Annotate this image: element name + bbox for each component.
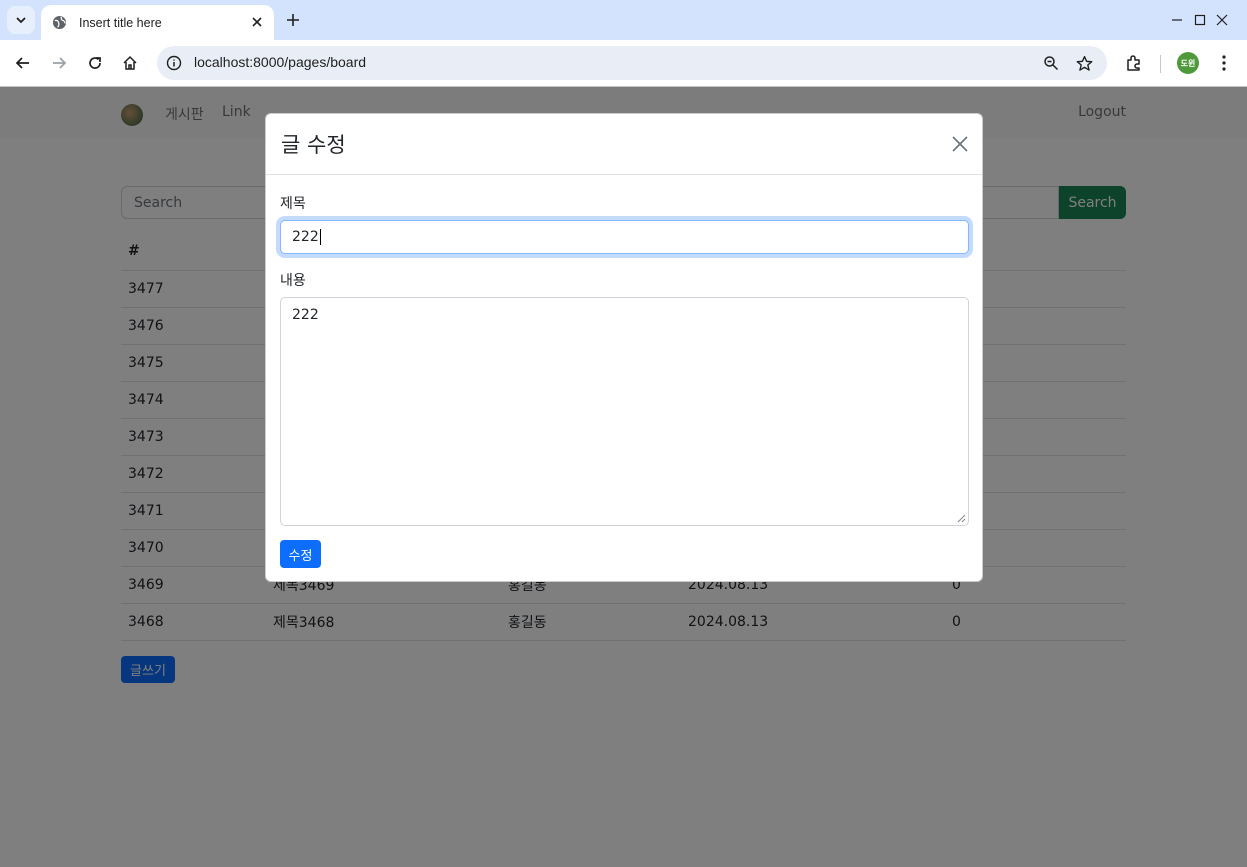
browser-tab[interactable]: Insert title here (41, 5, 274, 40)
title-input[interactable]: 222 (280, 220, 969, 254)
content-textarea[interactable]: 222 (280, 297, 969, 526)
zoom-icon[interactable] (1041, 53, 1061, 73)
forward-arrow-icon[interactable] (46, 50, 72, 76)
content-textarea-value: 222 (292, 307, 319, 323)
toolbar-divider (1160, 55, 1161, 73)
close-window-icon[interactable] (1199, 0, 1245, 40)
edit-post-modal: 글 수정 제목 222 내용 222 수정 (265, 113, 983, 582)
close-icon[interactable] (950, 134, 970, 154)
content-label: 내용 (280, 273, 306, 289)
globe-icon (51, 15, 67, 31)
close-tab-icon[interactable] (249, 14, 265, 30)
title-label: 제목 (280, 196, 306, 212)
bookmark-star-icon[interactable] (1074, 53, 1094, 73)
browser-toolbar: localhost:8000/pages/board 도윈 (0, 40, 1247, 87)
browser-tab-bar: Insert title here (0, 0, 1247, 40)
home-icon[interactable] (117, 50, 143, 76)
profile-avatar[interactable]: 도윈 (1177, 52, 1199, 74)
text-caret (319, 229, 321, 245)
resize-handle-icon[interactable] (957, 514, 966, 523)
tab-title: Insert title here (79, 15, 162, 30)
title-input-value: 222 (292, 229, 319, 245)
site-info-icon[interactable] (165, 54, 183, 72)
back-arrow-icon[interactable] (10, 50, 36, 76)
page-content: 게시판 Link Logout Search Search # 수 3477 3… (0, 87, 1247, 867)
modal-title: 글 수정 (281, 133, 346, 157)
update-button[interactable]: 수정 (280, 540, 321, 568)
new-tab-icon[interactable] (283, 10, 303, 30)
tab-search-button[interactable] (7, 6, 35, 34)
more-menu-icon[interactable] (1212, 51, 1236, 75)
extensions-icon[interactable] (1122, 51, 1146, 75)
url-text: localhost:8000/pages/board (194, 54, 367, 70)
reload-icon[interactable] (82, 50, 108, 76)
address-bar[interactable]: localhost:8000/pages/board (157, 46, 1107, 80)
chevron-down-icon (16, 17, 26, 24)
modal-header: 글 수정 (266, 114, 982, 175)
